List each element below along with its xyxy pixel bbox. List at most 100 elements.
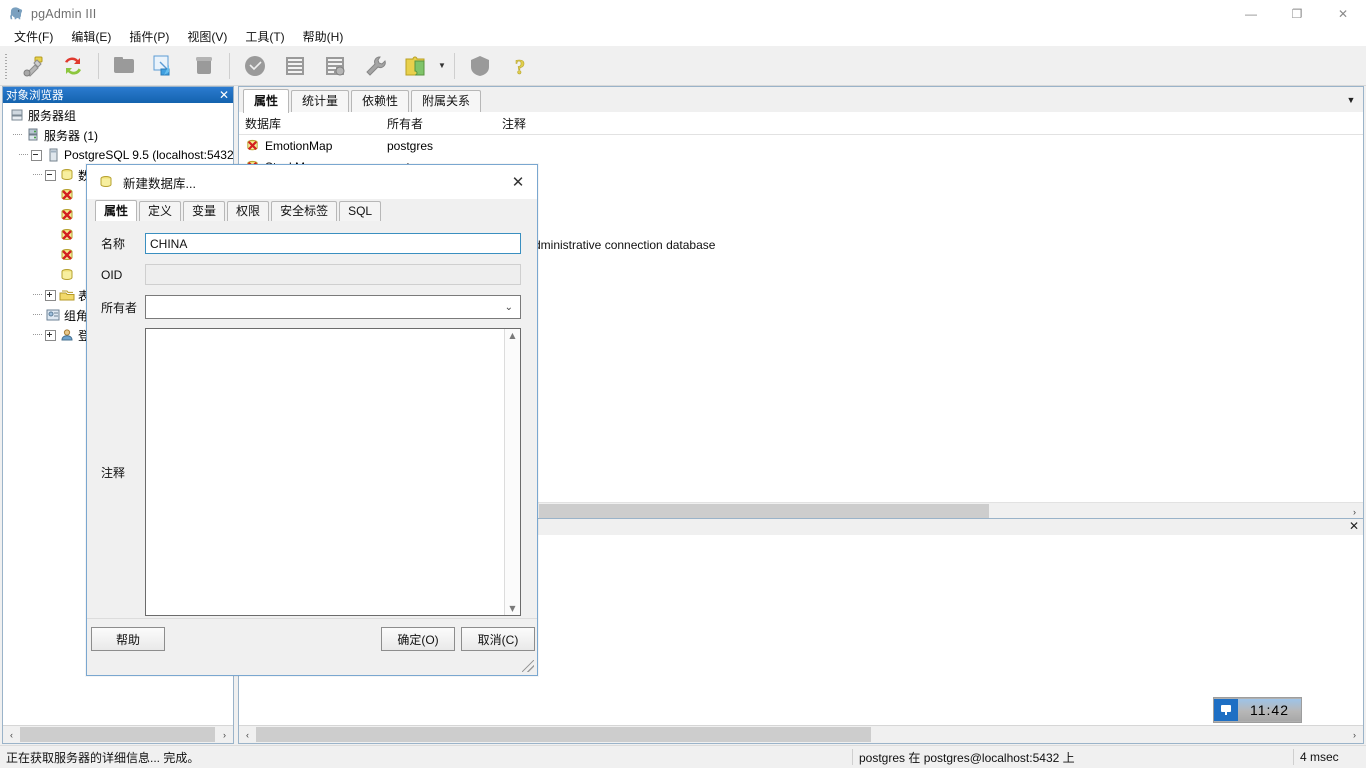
tree-connector [33,314,42,316]
ok-button[interactable]: 确定(O) [381,627,455,651]
close-icon[interactable]: ✕ [219,87,229,103]
comment-label: 注释 [101,465,126,480]
menu-view[interactable]: 视图(V) [178,28,236,46]
help-icon[interactable]: ? [500,49,540,83]
status-message: 正在获取服务器的详细信息... 完成。 [6,750,200,765]
tree-toggle-minus[interactable] [45,169,56,181]
browser-horizontal-scrollbar[interactable]: ‹ › [3,725,233,743]
field-row-oid: OID [87,264,537,285]
close-button[interactable]: ✕ [1320,0,1366,28]
dialog-tab-sql[interactable]: SQL [339,201,382,221]
scroll-down-icon[interactable]: ▼ [509,602,515,615]
tree-label: 组角 [64,308,89,323]
clock-label: 11:42 [1238,699,1301,721]
new-database-dialog: 新建数据库... ✕ 属性 定义 变量 权限 安全标签 SQL 名称 CHINA… [86,164,538,676]
menu-file[interactable]: 文件(F) [5,28,62,46]
dialog-tab-properties[interactable]: 属性 [95,200,138,222]
scroll-track[interactable] [256,726,1346,743]
restore-button[interactable]: ❐ [1274,0,1320,28]
title-bar: pgAdmin III — ❐ ✕ [0,0,1366,28]
dialog-tab-security-labels[interactable]: 安全标签 [271,201,338,221]
server-icon [45,147,61,163]
menu-tools[interactable]: 工具(T) [236,28,293,46]
view-data-icon[interactable] [235,49,275,83]
resize-grip[interactable] [522,660,534,672]
table-row[interactable]: EmotionMap postgres [239,135,1363,156]
maintenance-icon[interactable] [355,49,395,83]
close-icon[interactable]: ✕ [1349,518,1359,534]
dialog-tab-definition[interactable]: 定义 [139,201,182,221]
grid-icon[interactable] [275,49,315,83]
svg-text:?: ? [515,55,526,79]
backup-icon[interactable] [460,49,500,83]
dialog-tab-variables[interactable]: 变量 [183,201,226,221]
menu-bar: 文件(F) 编辑(E) 插件(P) 视图(V) 工具(T) 帮助(H) [0,28,1366,46]
scroll-left-icon[interactable]: ‹ [3,726,20,743]
scroll-left-icon[interactable]: ‹ [239,726,256,743]
tab-properties[interactable]: 属性 [243,89,290,113]
scroll-thumb[interactable] [256,727,871,742]
help-button[interactable]: 帮助 [91,627,165,651]
chevron-down-icon[interactable]: ▼ [435,49,449,83]
column-header-owner[interactable]: 所有者 [381,115,496,132]
comment-textarea[interactable]: ▲ ▼ [145,328,521,616]
filtered-grid-icon[interactable] [315,49,355,83]
column-header-comment[interactable]: 注释 [496,115,696,132]
tree-toggle-plus[interactable] [45,289,56,301]
name-input[interactable]: CHINA [145,233,521,254]
plugins-icon[interactable] [395,49,435,83]
tree-connector [33,294,42,296]
properties-icon[interactable] [104,49,144,83]
add-connection-icon[interactable] [13,49,53,83]
tab-dependents[interactable]: 附属关系 [411,90,482,112]
owner-select[interactable]: ⌄ [145,295,521,319]
menu-help[interactable]: 帮助(H) [294,28,353,46]
column-header-database[interactable]: 数据库 [239,115,381,132]
status-bar: 正在获取服务器的详细信息... 完成。 postgres 在 postgres@… [0,745,1366,768]
ime-indicator[interactable]: 11:42 [1213,697,1302,723]
dialog-title: 新建数据库... [123,176,196,191]
dialog-tabstrip: 属性 定义 变量 权限 安全标签 SQL [87,199,537,222]
field-row-owner: 所有者 ⌄ [87,295,537,319]
tree-item-server-group[interactable]: 服务器组 [3,105,233,125]
object-browser-caption: 对象浏览器 ✕ [3,87,233,103]
dialog-tab-privileges[interactable]: 权限 [227,201,270,221]
scroll-up-icon[interactable]: ▲ [509,329,515,342]
messages-horizontal-scrollbar[interactable]: ‹ › [239,725,1363,743]
refresh-icon[interactable] [53,49,93,83]
tab-dependencies[interactable]: 依赖性 [351,90,410,112]
tree-item-servers[interactable]: 服务器 (1) [3,125,233,145]
scroll-thumb[interactable] [20,727,215,742]
comment-vertical-scrollbar[interactable]: ▲ ▼ [504,329,520,615]
database-icon [59,267,75,283]
database-disabled-icon [59,227,75,243]
toolbar-grip[interactable] [4,51,10,80]
tree-toggle-plus[interactable] [45,329,56,341]
tree-connector [13,134,22,136]
chevron-down-icon[interactable]: ▼ [1341,90,1361,110]
scroll-right-icon[interactable]: › [216,726,233,743]
menu-plugins[interactable]: 插件(P) [120,28,178,46]
drop-object-icon[interactable] [184,49,224,83]
toolbar: ▼ ? [0,46,1366,86]
scroll-thumb[interactable] [539,504,989,519]
minimize-button[interactable]: — [1228,0,1274,28]
pgadmin-window: pgAdmin III — ❐ ✕ 文件(F) 编辑(E) 插件(P) 视图(V… [0,0,1366,768]
close-icon[interactable]: ✕ [505,170,531,194]
menu-edit[interactable]: 编辑(E) [62,28,120,46]
sql-query-icon[interactable] [144,49,184,83]
database-disabled-icon [245,138,260,153]
toolbar-separator-2 [229,52,230,79]
tree-connector [19,154,28,156]
owner-label: 所有者 [101,300,138,315]
cancel-button[interactable]: 取消(C) [461,627,535,651]
scroll-track[interactable] [20,726,216,743]
tree-item-postgresql[interactable]: PostgreSQL 9.5 (localhost:5432) [3,145,233,165]
tab-statistics[interactable]: 统计量 [291,90,350,112]
comment-text[interactable] [146,329,504,615]
scroll-right-icon[interactable]: › [1346,726,1363,743]
tree-toggle-minus[interactable] [31,149,42,161]
ime-keyboard-icon[interactable] [1214,699,1238,721]
tablespaces-icon [59,287,75,303]
toolbar-separator-3 [454,52,455,79]
